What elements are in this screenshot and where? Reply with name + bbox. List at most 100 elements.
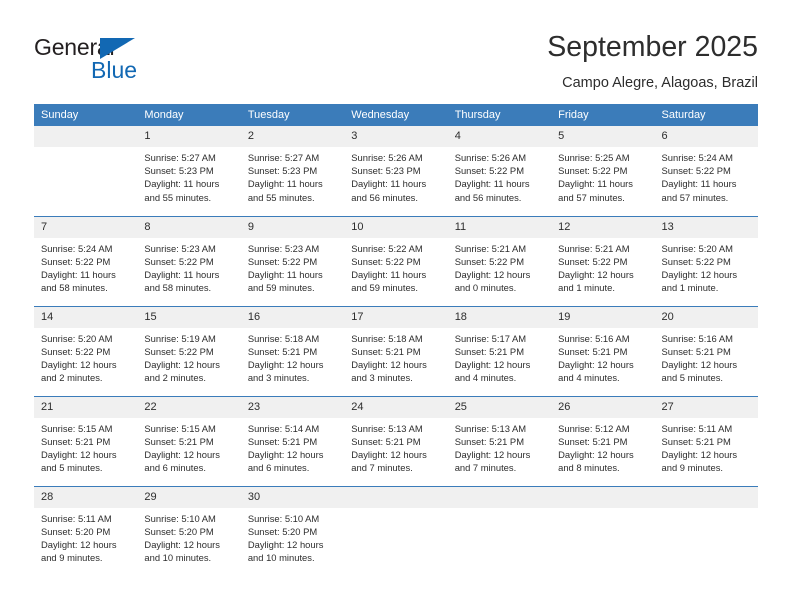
sunset-time: Sunset: 5:21 PM: [558, 435, 628, 447]
calendar-day-cell[interactable]: 10 Sunrise: 5:22 AM Sunset: 5:22 PM Dayligh…: [344, 215, 448, 306]
day-number: 6: [654, 126, 758, 147]
daylight-duration-line2: and 4 minutes.: [558, 372, 620, 384]
calendar-day-cell[interactable]: 3 Sunrise: 5:26 AM Sunset: 5:23 PM Daylight…: [344, 126, 448, 216]
daylight-duration-line1: Daylight: 11 hours: [558, 178, 633, 190]
sunrise-time: Sunrise: 5:10 AM: [144, 512, 216, 524]
calendar-day-cell[interactable]: 4 Sunrise: 5:26 AM Sunset: 5:22 PM Daylight…: [447, 126, 552, 216]
weekday-header-monday: Monday: [137, 104, 241, 126]
day-details: Sunrise: 5:23 AM Sunset: 5:22 PM Daylight:…: [137, 238, 240, 295]
sunset-time: Sunset: 5:20 PM: [41, 525, 111, 537]
calendar-day-cell[interactable]: 11 Sunrise: 5:21 AM Sunset: 5:22 PM Dayligh…: [447, 215, 552, 306]
day-details: Sunrise: 5:13 AM Sunset: 5:21 PM Daylight:…: [344, 418, 447, 475]
day-number: [34, 126, 138, 147]
day-number: 14: [34, 306, 138, 328]
daylight-duration-line2: and 7 minutes.: [351, 462, 413, 474]
weekday-header-saturday: Saturday: [654, 104, 758, 126]
calendar-day-cell[interactable]: 27 Sunrise: 5:11 AM Sunset: 5:21 PM Dayligh…: [654, 395, 758, 486]
calendar-day-cell[interactable]: 26 Sunrise: 5:12 AM Sunset: 5:21 PM Dayligh…: [551, 395, 655, 486]
daylight-duration-line1: Daylight: 12 hours: [558, 448, 634, 460]
calendar-day-cell[interactable]: 25 Sunrise: 5:13 AM Sunset: 5:21 PM Dayligh…: [447, 395, 552, 486]
calendar-week-row: 14 Sunrise: 5:20 AM Sunset: 5:22 PM Dayligh…: [34, 305, 758, 396]
daylight-duration-line2: and 4 minutes.: [454, 372, 517, 384]
daylight-duration-line2: and 2 minutes.: [144, 372, 206, 384]
day-details: Sunrise: 5:18 AM Sunset: 5:21 PM Daylight:…: [241, 328, 344, 385]
calendar-day-cell[interactable]: 23 Sunrise: 5:14 AM Sunset: 5:21 PM Dayligh…: [240, 395, 345, 486]
calendar-day-cell[interactable]: 1 Sunrise: 5:27 AM Sunset: 5:23 PM Daylight…: [137, 126, 241, 216]
calendar-day-cell[interactable]: 16 Sunrise: 5:18 AM Sunset: 5:21 PM Dayligh…: [240, 305, 345, 396]
daylight-duration-line2: and 55 minutes.: [247, 191, 315, 203]
daylight-duration-line2: and 58 minutes.: [41, 282, 108, 294]
weekday-header-sunday: Sunday: [34, 104, 138, 126]
weekday-header-tuesday: Tuesday: [240, 104, 345, 126]
calendar-day-cell[interactable]: 28 Sunrise: 5:11 AM Sunset: 5:20 PM Dayligh…: [34, 485, 138, 576]
calendar-day-cell[interactable]: 2 Sunrise: 5:27 AM Sunset: 5:23 PM Daylight…: [240, 126, 345, 216]
calendar-day-cell[interactable]: 13 Sunrise: 5:20 AM Sunset: 5:22 PM Dayligh…: [654, 215, 758, 306]
day-number: 17: [344, 306, 448, 328]
day-details: Sunrise: 5:27 AM Sunset: 5:23 PM Daylight:…: [241, 147, 344, 204]
sunrise-time: Sunrise: 5:15 AM: [41, 422, 113, 434]
sunrise-sunset-calendar: Sunday Monday Tuesday Wednesday Thursday…: [34, 104, 758, 576]
daylight-duration-line1: Daylight: 11 hours: [144, 268, 220, 280]
day-number: 23: [240, 396, 345, 418]
day-number: [551, 486, 655, 508]
daylight-duration-line2: and 6 minutes.: [247, 462, 310, 474]
daylight-duration-line1: Daylight: 11 hours: [144, 178, 220, 190]
calendar-body: 1 Sunrise: 5:27 AM Sunset: 5:23 PM Daylight…: [34, 126, 758, 576]
daylight-duration-line1: Daylight: 12 hours: [144, 358, 220, 370]
calendar-day-cell[interactable]: 12 Sunrise: 5:21 AM Sunset: 5:22 PM Dayligh…: [551, 215, 655, 306]
day-details: Sunrise: 5:27 AM Sunset: 5:23 PM Daylight:…: [137, 147, 240, 204]
calendar-day-cell[interactable]: 9 Sunrise: 5:23 AM Sunset: 5:22 PM Daylight…: [240, 215, 345, 306]
daylight-duration-line1: Daylight: 12 hours: [454, 448, 531, 460]
calendar-cell-empty: [551, 485, 655, 576]
day-number: 25: [447, 396, 552, 418]
day-details: Sunrise: 5:14 AM Sunset: 5:21 PM Daylight:…: [241, 418, 344, 475]
sunrise-time: Sunrise: 5:21 AM: [454, 242, 527, 254]
calendar-day-cell[interactable]: 15 Sunrise: 5:19 AM Sunset: 5:22 PM Dayligh…: [137, 305, 241, 396]
daylight-duration-line2: and 5 minutes.: [661, 372, 724, 384]
general-blue-logo[interactable]: General Blue: [34, 34, 164, 86]
day-details: Sunrise: 5:24 AM Sunset: 5:22 PM Daylight:…: [34, 238, 137, 295]
calendar-day-cell[interactable]: 22 Sunrise: 5:15 AM Sunset: 5:21 PM Dayligh…: [137, 395, 241, 486]
day-number: 29: [137, 486, 241, 508]
daylight-duration-line1: Daylight: 11 hours: [454, 178, 530, 190]
weekday-header-friday: Friday: [551, 104, 655, 126]
calendar-day-cell[interactable]: 17 Sunrise: 5:18 AM Sunset: 5:21 PM Dayligh…: [344, 305, 448, 396]
day-number: 27: [654, 396, 758, 418]
day-details: Sunrise: 5:21 AM Sunset: 5:22 PM Daylight:…: [551, 238, 654, 295]
calendar-day-cell[interactable]: 5 Sunrise: 5:25 AM Sunset: 5:22 PM Daylight…: [551, 126, 655, 216]
calendar-day-cell[interactable]: 14 Sunrise: 5:20 AM Sunset: 5:22 PM Dayligh…: [34, 305, 138, 396]
calendar-day-cell[interactable]: 7 Sunrise: 5:24 AM Sunset: 5:22 PM Daylight…: [34, 215, 138, 306]
page-header: General Blue September 2025 Campo Alegre…: [34, 30, 758, 98]
daylight-duration-line1: Daylight: 11 hours: [247, 178, 323, 190]
sunset-time: Sunset: 5:22 PM: [41, 345, 111, 357]
sunset-time: Sunset: 5:22 PM: [41, 255, 111, 267]
sunrise-time: Sunrise: 5:19 AM: [144, 332, 216, 344]
daylight-duration-line1: Daylight: 12 hours: [247, 358, 324, 370]
daylight-duration-line2: and 7 minutes.: [454, 462, 517, 474]
daylight-duration-line1: Daylight: 11 hours: [351, 178, 427, 190]
daylight-duration-line2: and 59 minutes.: [351, 282, 418, 294]
daylight-duration-line1: Daylight: 12 hours: [144, 538, 220, 550]
daylight-duration-line2: and 10 minutes.: [144, 552, 212, 564]
weekday-header-wednesday: Wednesday: [344, 104, 448, 126]
sunset-time: Sunset: 5:21 PM: [41, 435, 111, 447]
day-number: 2: [240, 126, 345, 147]
day-details: Sunrise: 5:26 AM Sunset: 5:23 PM Daylight:…: [344, 147, 447, 204]
calendar-day-cell[interactable]: 21 Sunrise: 5:15 AM Sunset: 5:21 PM Dayligh…: [34, 395, 138, 486]
daylight-duration-line1: Daylight: 12 hours: [41, 538, 117, 550]
sunset-time: Sunset: 5:22 PM: [558, 255, 628, 267]
day-details: Sunrise: 5:21 AM Sunset: 5:22 PM Daylight:…: [448, 238, 551, 295]
calendar-day-cell[interactable]: 19 Sunrise: 5:16 AM Sunset: 5:21 PM Dayligh…: [551, 305, 655, 396]
calendar-day-cell[interactable]: 20 Sunrise: 5:16 AM Sunset: 5:21 PM Dayligh…: [654, 305, 758, 396]
sunrise-time: Sunrise: 5:14 AM: [247, 422, 320, 434]
sunrise-time: Sunrise: 5:27 AM: [247, 152, 320, 163]
day-number: 16: [240, 306, 345, 328]
day-details: Sunrise: 5:11 AM Sunset: 5:20 PM Daylight:…: [34, 508, 137, 565]
calendar-day-cell[interactable]: 30 Sunrise: 5:10 AM Sunset: 5:20 PM Dayligh…: [240, 485, 345, 576]
calendar-day-cell[interactable]: 18 Sunrise: 5:17 AM Sunset: 5:21 PM Dayligh…: [447, 305, 552, 396]
sunset-time: Sunset: 5:21 PM: [144, 435, 214, 447]
calendar-day-cell[interactable]: 29 Sunrise: 5:10 AM Sunset: 5:20 PM Dayligh…: [137, 485, 241, 576]
calendar-day-cell[interactable]: 24 Sunrise: 5:13 AM Sunset: 5:21 PM Dayligh…: [344, 395, 448, 486]
calendar-day-cell[interactable]: 8 Sunrise: 5:23 AM Sunset: 5:22 PM Daylight…: [137, 215, 241, 306]
calendar-day-cell[interactable]: 6 Sunrise: 5:24 AM Sunset: 5:22 PM Daylight…: [654, 126, 758, 216]
